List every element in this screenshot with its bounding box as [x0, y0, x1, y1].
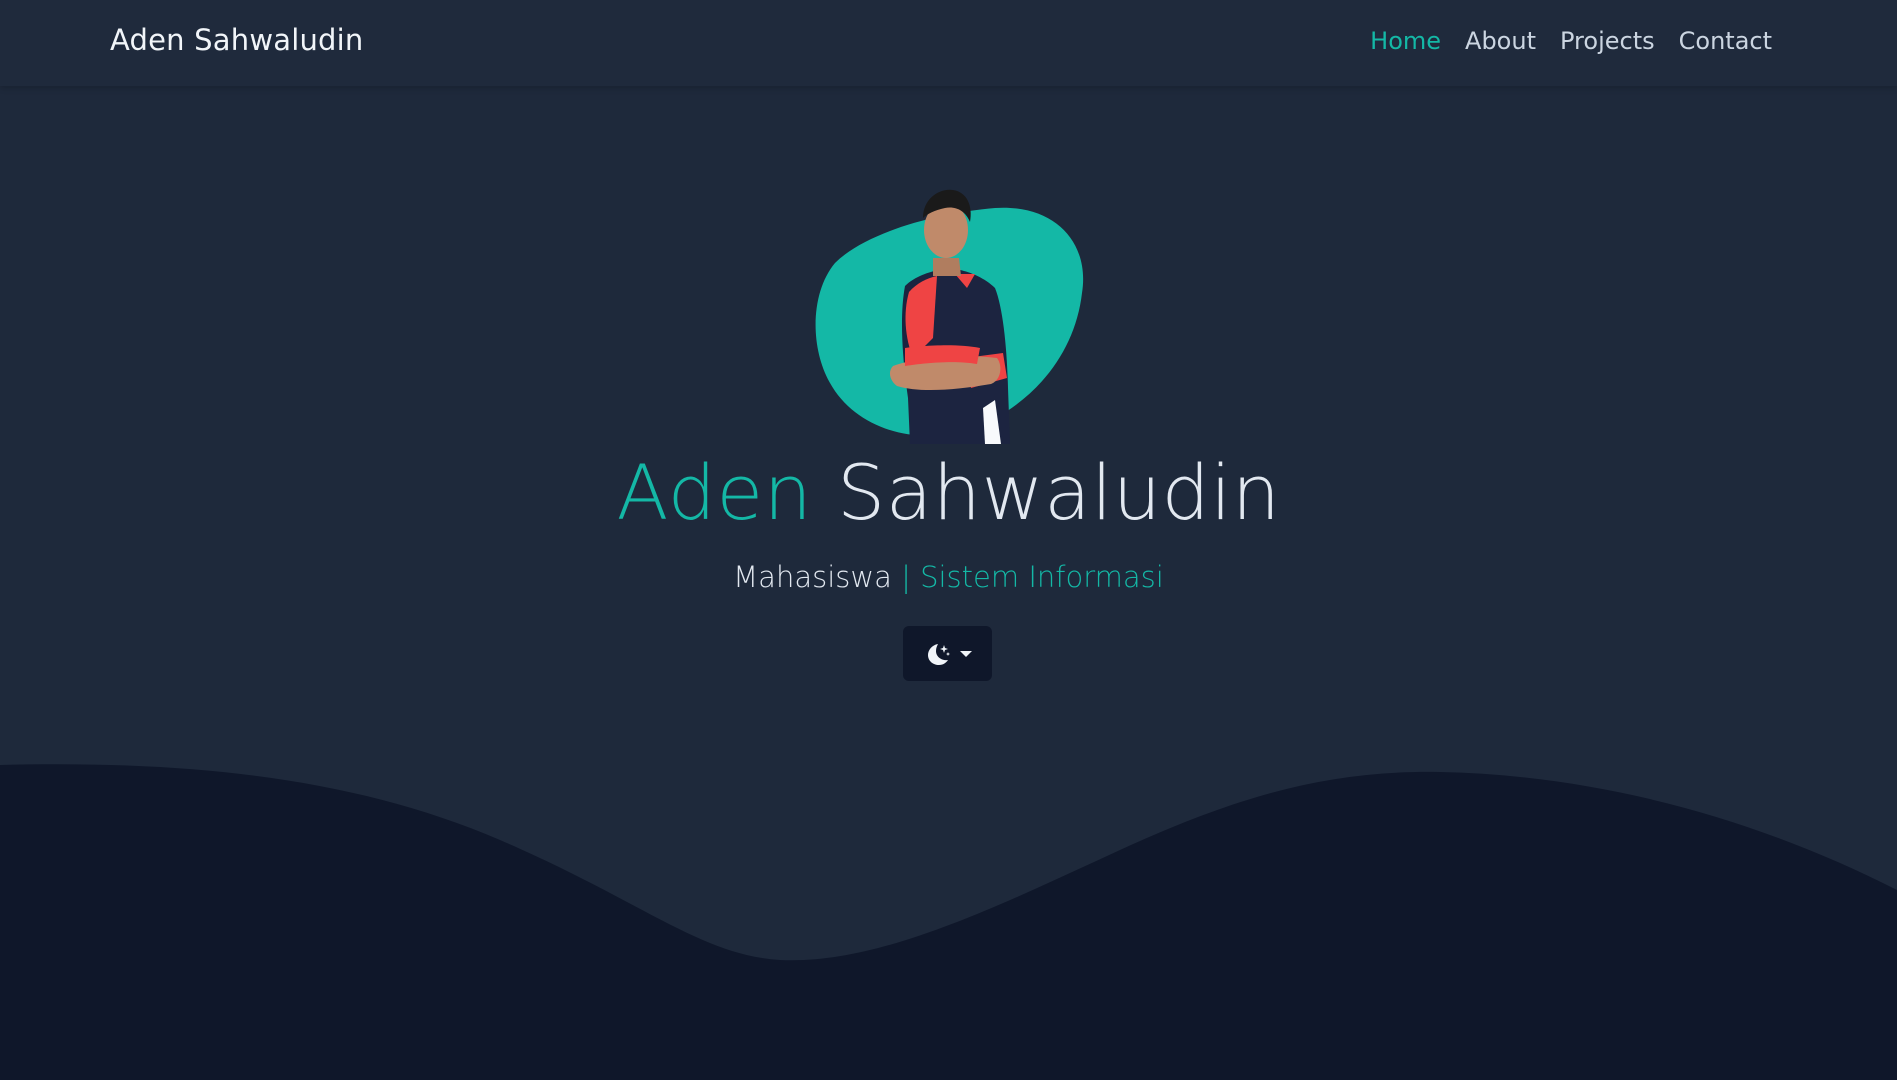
hero-title: Aden Sahwaludin: [0, 448, 1897, 537]
hero-last-name: Sahwaludin: [836, 448, 1281, 537]
caret-down-icon: [959, 650, 972, 657]
page: Aden Sahwaludin Home About Projects Cont…: [0, 0, 1897, 1080]
theme-toggle-button[interactable]: [903, 626, 992, 681]
nav-item-contact: Contact: [1679, 27, 1772, 55]
nav-links: Home About Projects Contact: [1370, 27, 1772, 55]
hero-first-name: Aden: [616, 448, 813, 537]
nav-item-projects: Projects: [1560, 27, 1655, 55]
nav-item-home: Home: [1370, 27, 1441, 55]
nav-link-projects[interactable]: Projects: [1560, 27, 1655, 55]
subtitle-major: Sistem Informasi: [920, 560, 1164, 594]
moon-stars-icon: [927, 643, 950, 665]
brand-link[interactable]: Aden Sahwaludin: [110, 23, 364, 57]
wave-divider: [0, 764, 1897, 1080]
nav-link-contact[interactable]: Contact: [1679, 27, 1772, 55]
navbar: Aden Sahwaludin Home About Projects Cont…: [0, 0, 1897, 86]
profile-photo: [815, 189, 1084, 444]
hero-subtitle: Mahasiswa | Sistem Informasi: [0, 560, 1897, 594]
nav-link-about[interactable]: About: [1465, 27, 1536, 55]
subtitle-separator: |: [901, 560, 911, 594]
nav-link-home[interactable]: Home: [1370, 27, 1441, 55]
nav-item-about: About: [1465, 27, 1536, 55]
subtitle-role: Mahasiswa: [733, 560, 892, 594]
